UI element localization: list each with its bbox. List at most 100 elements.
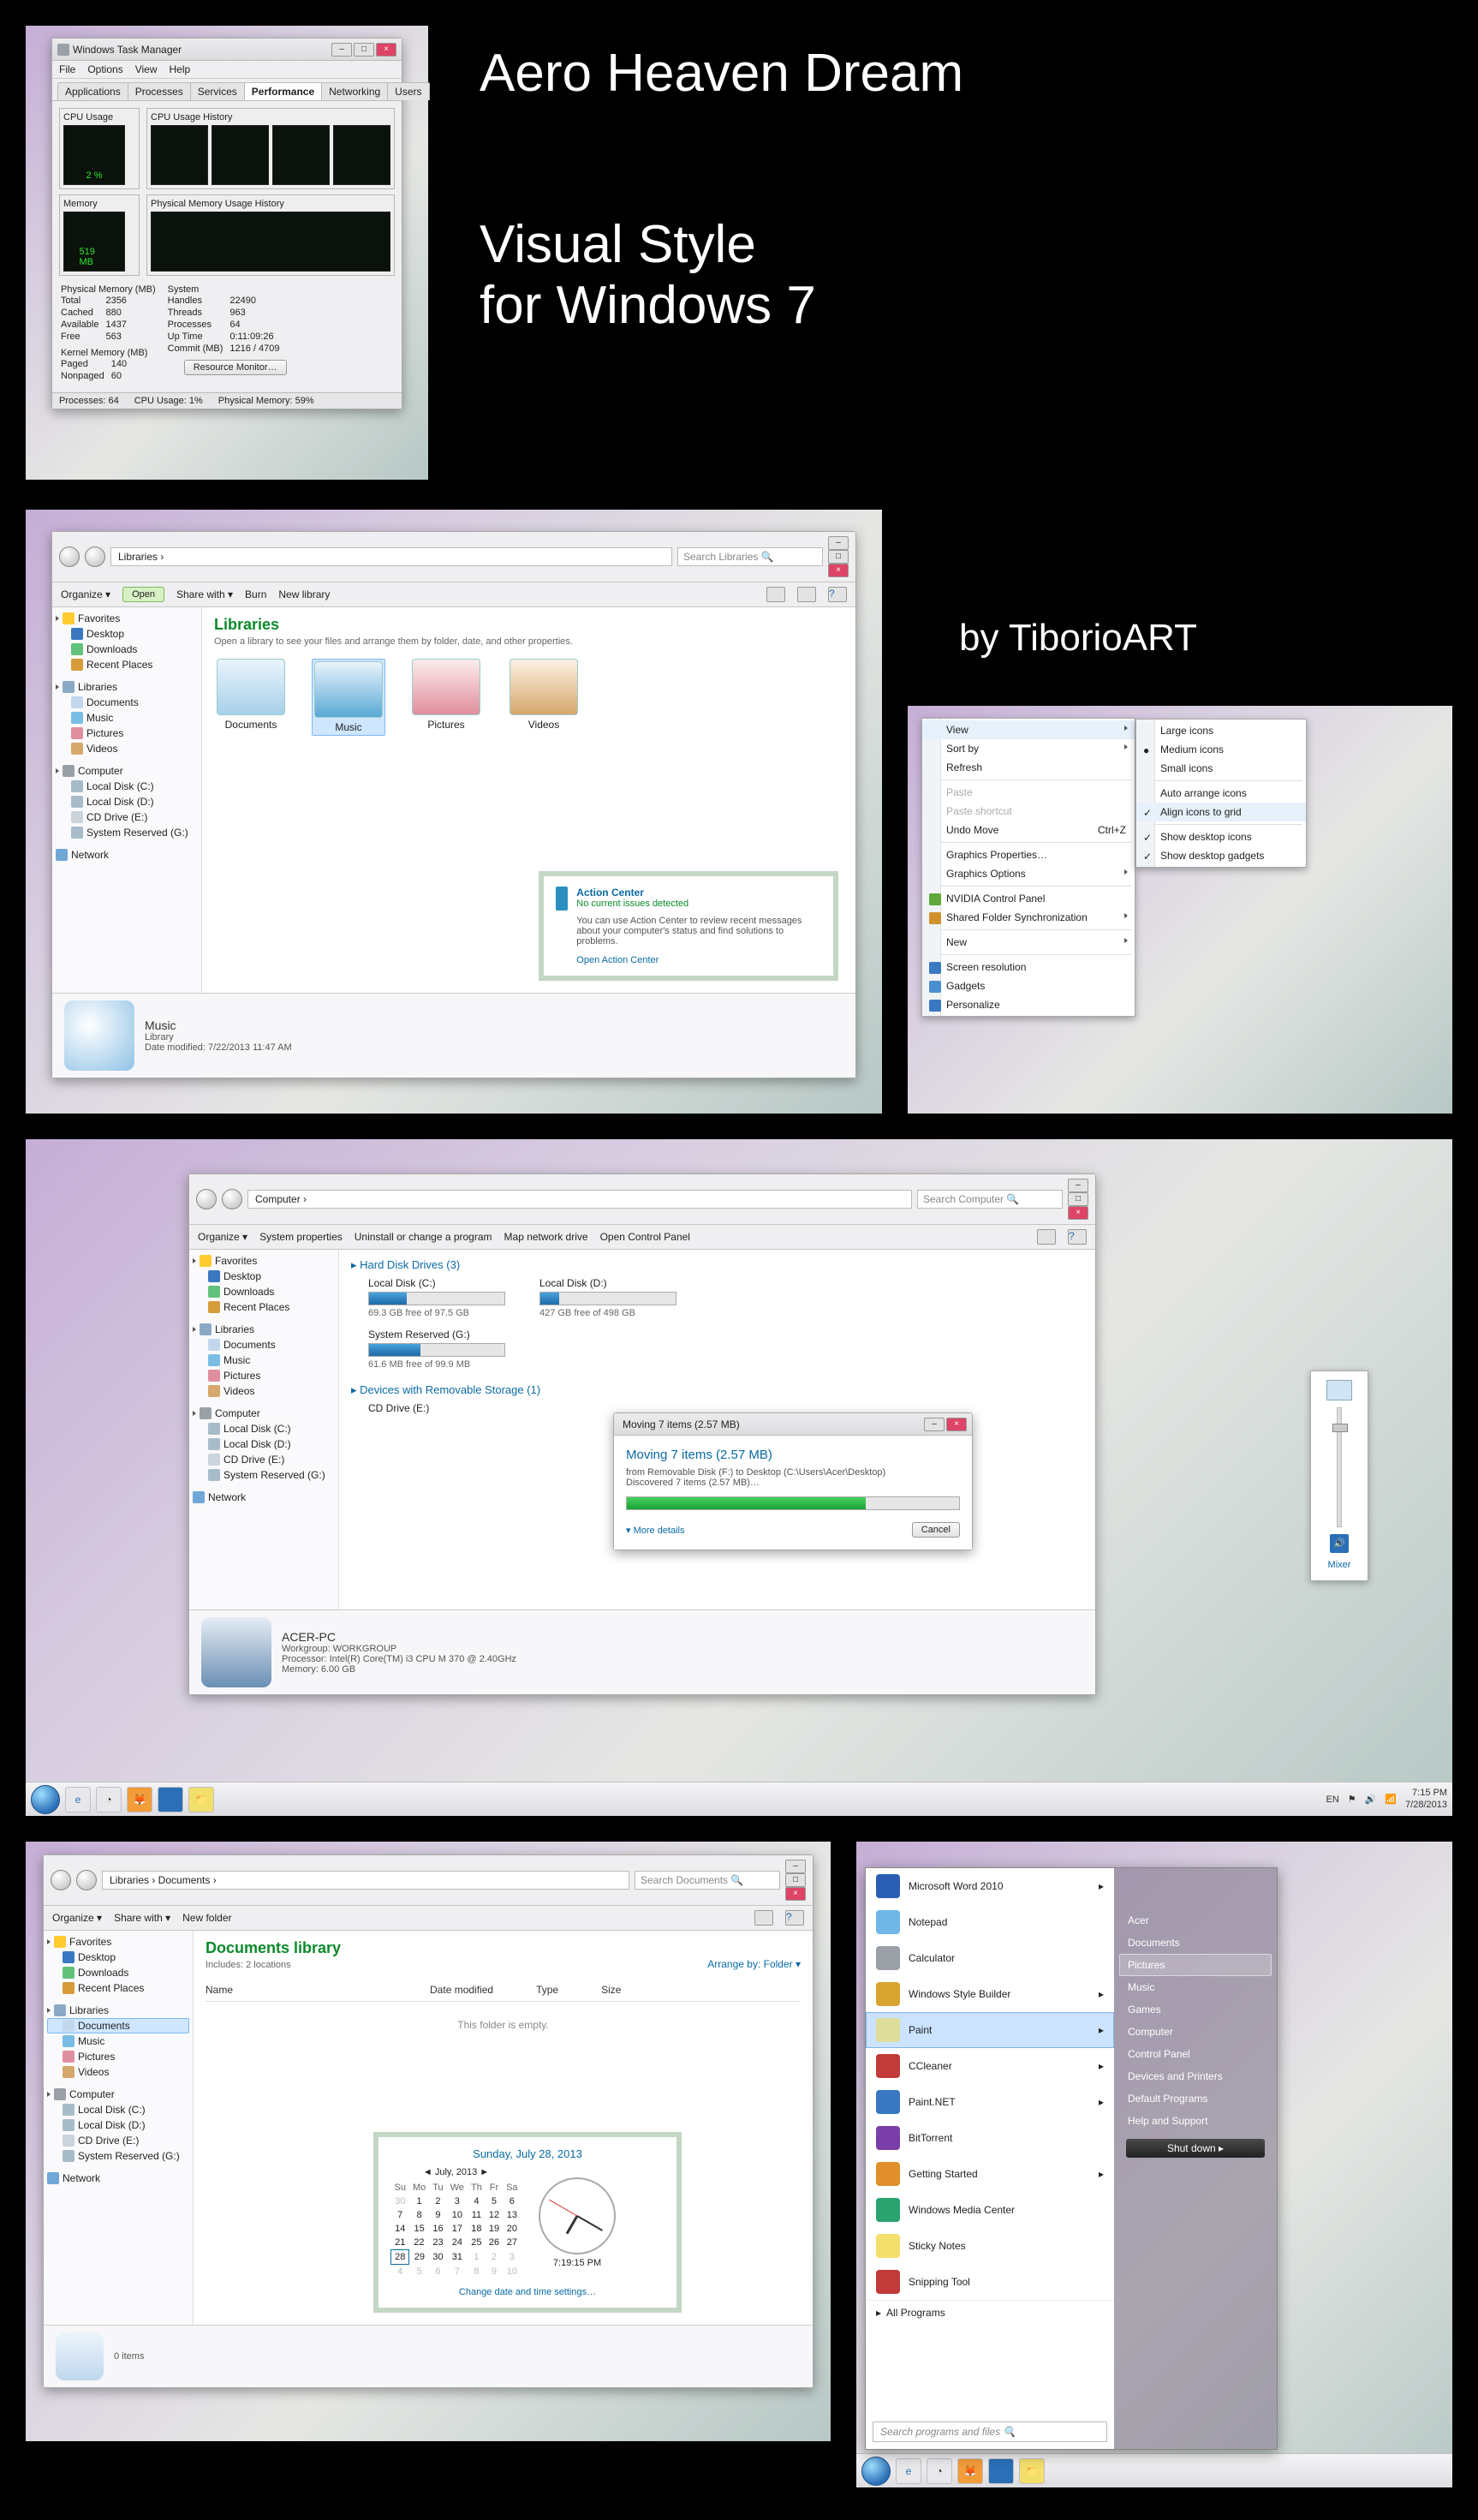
view-align-grid[interactable]: ✓Align icons to grid: [1136, 803, 1306, 821]
tab-users[interactable]: Users: [387, 82, 429, 100]
start-menu-right-item[interactable]: Acer: [1119, 1909, 1272, 1932]
start-menu-right-item[interactable]: Music: [1119, 1976, 1272, 1998]
nav-videos[interactable]: Videos: [56, 741, 198, 756]
tab-applications[interactable]: Applications: [57, 82, 128, 100]
mixer-link[interactable]: Mixer: [1328, 1560, 1351, 1570]
library-pictures[interactable]: Pictures: [409, 659, 483, 736]
taskbar-ie[interactable]: e: [896, 2458, 921, 2484]
minimize-button[interactable]: –: [924, 1418, 945, 1431]
drive-c[interactable]: Local Disk (C:) 69.3 GB free of 97.5 GB: [368, 1277, 505, 1318]
help-button[interactable]: ?: [828, 587, 847, 602]
drive-g[interactable]: System Reserved (G:) 61.6 MB free of 99.…: [368, 1329, 505, 1370]
start-menu-right-item[interactable]: Computer: [1119, 2021, 1272, 2043]
more-details-link[interactable]: More details: [634, 1526, 685, 1536]
maximize-button[interactable]: □: [1068, 1192, 1088, 1206]
system-properties-button[interactable]: System properties: [259, 1231, 343, 1243]
cancel-button[interactable]: Cancel: [912, 1522, 960, 1538]
taskbar-ie[interactable]: e: [65, 1787, 91, 1812]
removable-group[interactable]: Devices with Removable Storage (1): [360, 1383, 540, 1396]
start-menu-item[interactable]: Windows Style Builder▸: [866, 1976, 1114, 2012]
search-programs-input[interactable]: Search programs and files 🔍: [873, 2421, 1107, 2442]
col-name[interactable]: Name: [206, 1984, 233, 1996]
view-auto-arrange[interactable]: Auto arrange icons: [1136, 784, 1306, 803]
col-type[interactable]: Type: [536, 1984, 558, 1996]
start-menu-item[interactable]: Windows Media Center: [866, 2192, 1114, 2228]
organize-button[interactable]: Organize ▾: [52, 1912, 102, 1924]
taskbar-chrome[interactable]: ◔: [96, 1787, 122, 1812]
share-with-button[interactable]: Share with ▾: [114, 1912, 170, 1924]
view-show-gadgets[interactable]: ✓Show desktop gadgets: [1136, 846, 1306, 865]
open-action-center-link[interactable]: Open Action Center: [576, 955, 659, 965]
preview-pane-button[interactable]: [797, 587, 816, 602]
start-menu-right-item[interactable]: Documents: [1119, 1932, 1272, 1954]
back-button[interactable]: [196, 1189, 217, 1209]
network-head[interactable]: Network: [71, 849, 109, 861]
shutdown-button[interactable]: Shut down ▸: [1126, 2139, 1265, 2158]
lang-indicator[interactable]: EN: [1326, 1794, 1339, 1805]
nav-drive-e[interactable]: CD Drive (E:): [56, 809, 198, 825]
ctx-view[interactable]: View: [922, 720, 1135, 739]
start-menu-item[interactable]: Sticky Notes: [866, 2228, 1114, 2264]
forward-button[interactable]: [85, 546, 105, 567]
taskbar-explorer[interactable]: 📁: [1019, 2458, 1045, 2484]
nav-recent[interactable]: Recent Places: [56, 657, 198, 672]
maximize-button[interactable]: □: [354, 43, 374, 57]
start-menu-item[interactable]: BitTorrent: [866, 2120, 1114, 2156]
nav-documents[interactable]: Documents: [47, 2018, 189, 2033]
back-button[interactable]: [51, 1870, 71, 1890]
organize-button[interactable]: Organize ▾: [61, 588, 110, 600]
nav-documents[interactable]: Documents: [56, 695, 198, 710]
maximize-button[interactable]: □: [785, 1873, 806, 1887]
taskbar-firefox[interactable]: 🦊: [127, 1787, 152, 1812]
open-controlpanel-button[interactable]: Open Control Panel: [600, 1231, 690, 1243]
maximize-button[interactable]: □: [828, 550, 849, 564]
search-input[interactable]: Search Libraries 🔍: [677, 547, 823, 566]
close-button[interactable]: ×: [1068, 1206, 1088, 1220]
resource-monitor-button[interactable]: Resource Monitor…: [184, 360, 287, 375]
calendar[interactable]: ◄ July, 2013 ► SuMoTuWeThFrSa30123456789…: [390, 2167, 521, 2278]
menu-options[interactable]: Options: [87, 63, 122, 75]
search-input[interactable]: Search Computer 🔍: [917, 1190, 1063, 1209]
forward-button[interactable]: [76, 1870, 97, 1890]
ctx-screen-resolution[interactable]: Screen resolution: [922, 958, 1135, 976]
ctx-sortby[interactable]: Sort by: [922, 739, 1135, 758]
nav-drive-d[interactable]: Local Disk (D:): [56, 794, 198, 809]
view-large[interactable]: Large icons: [1136, 721, 1306, 740]
close-button[interactable]: ×: [785, 1887, 806, 1901]
taskbar-thunderbird[interactable]: [988, 2458, 1014, 2484]
start-menu-right-item[interactable]: Help and Support: [1119, 2110, 1272, 2132]
menu-help[interactable]: Help: [170, 63, 191, 75]
volume-slider[interactable]: [1337, 1407, 1342, 1527]
drive-d[interactable]: Local Disk (D:) 427 GB free of 498 GB: [539, 1277, 676, 1318]
arrange-by[interactable]: Arrange by: Folder ▾: [707, 1958, 801, 1970]
map-drive-button[interactable]: Map network drive: [504, 1231, 588, 1243]
close-button[interactable]: ×: [946, 1418, 967, 1431]
uninstall-button[interactable]: Uninstall or change a program: [355, 1231, 492, 1243]
start-menu-right-item[interactable]: Pictures: [1119, 1954, 1272, 1976]
start-menu-item[interactable]: Snipping Tool: [866, 2264, 1114, 2300]
start-menu-item[interactable]: Calculator: [866, 1940, 1114, 1976]
view-icon-button[interactable]: [766, 587, 785, 602]
nav-music[interactable]: Music: [56, 710, 198, 726]
back-button[interactable]: [59, 546, 80, 567]
ctx-personalize[interactable]: Personalize: [922, 995, 1135, 1014]
ctx-shared-folder[interactable]: Shared Folder Synchronization: [922, 908, 1135, 927]
nav-drive-c[interactable]: Local Disk (C:): [56, 779, 198, 794]
taskbar-clock[interactable]: 7:15 PM7/28/2013: [1405, 1788, 1447, 1810]
view-show-icons[interactable]: ✓Show desktop icons: [1136, 827, 1306, 846]
start-menu-item[interactable]: Notepad: [866, 1904, 1114, 1940]
start-orb[interactable]: [861, 2457, 891, 2486]
ctx-gadgets[interactable]: Gadgets: [922, 976, 1135, 995]
start-menu-item[interactable]: Microsoft Word 2010▸: [866, 1868, 1114, 1904]
tray-network-icon[interactable]: 📶: [1385, 1794, 1397, 1805]
all-programs[interactable]: ▸ All Programs: [866, 2300, 1114, 2325]
close-button[interactable]: ×: [828, 564, 849, 577]
hdd-group[interactable]: Hard Disk Drives (3): [360, 1258, 460, 1271]
help-button[interactable]: ?: [785, 1910, 804, 1926]
ctx-undo[interactable]: Undo MoveCtrl+Z: [922, 821, 1135, 839]
burn-button[interactable]: Burn: [245, 588, 266, 600]
library-documents[interactable]: Documents: [214, 659, 288, 736]
library-videos[interactable]: Videos: [507, 659, 581, 736]
ctx-graphics-properties[interactable]: Graphics Properties…: [922, 845, 1135, 864]
start-menu-item[interactable]: Paint.NET▸: [866, 2084, 1114, 2120]
